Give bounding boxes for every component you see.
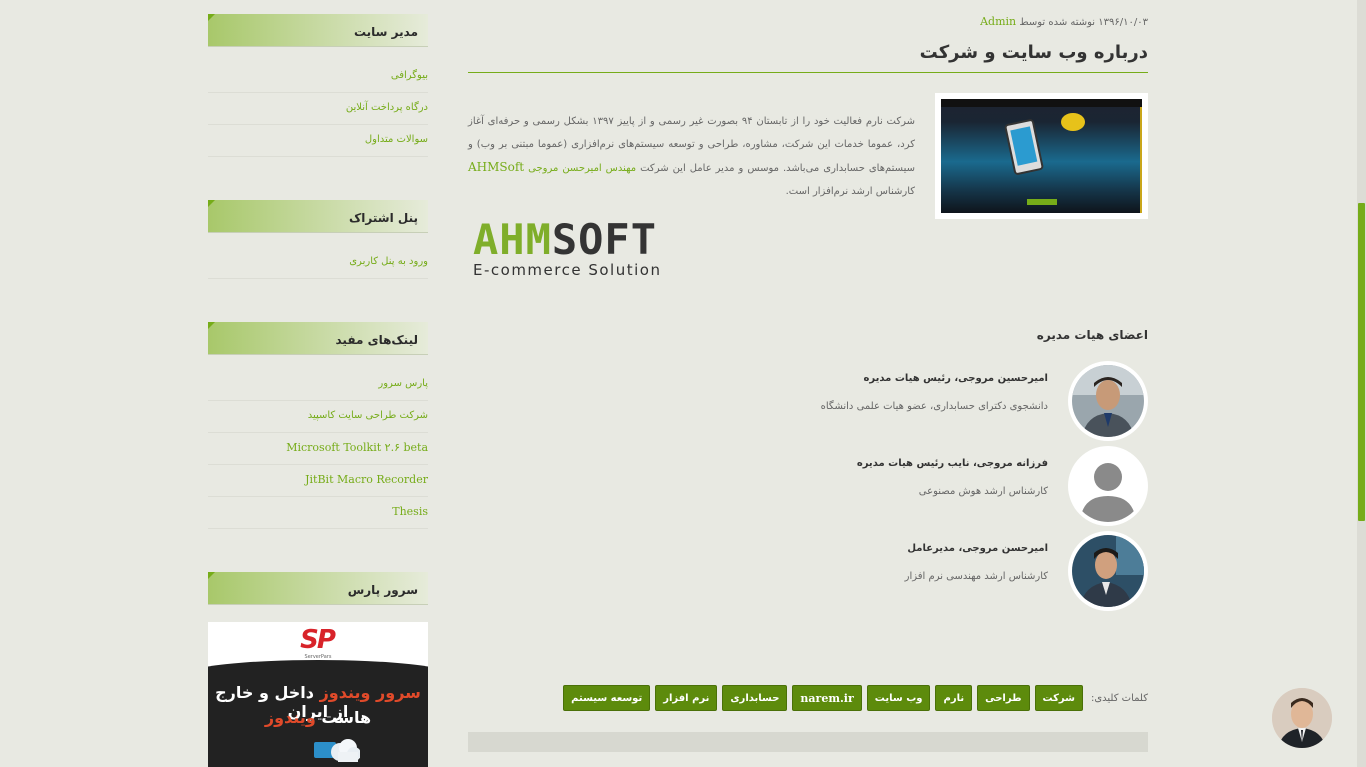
member-photo: [1072, 535, 1144, 607]
website-screenshot-image: [941, 99, 1142, 213]
sidebar-link-ms-toolkit[interactable]: Microsoft Toolkit ۲.۶ beta: [208, 433, 428, 465]
default-user-icon: [1072, 450, 1144, 522]
widget-link-list: پارس سرور شرکت طراحی سایت کاسپید Microso…: [208, 369, 428, 529]
tag-accounting[interactable]: حسابداری: [722, 685, 788, 711]
widget-title-text: سرور پارس: [347, 583, 418, 597]
sidebar-link-faq[interactable]: سوالات متداول: [208, 125, 428, 157]
link-text: JitBit Macro Recorder: [305, 473, 428, 486]
post-meta: ۱۳۹۶/۱۰/۰۳ نوشته شده توسط Admin: [980, 15, 1148, 28]
member-name: فرزانه مروجی، نایب رئیس هیات مدیره: [856, 458, 1048, 469]
phone-image: [1003, 118, 1045, 176]
widget-subscription: پنل اشتراک ورود به پنل کاربری: [208, 200, 428, 279]
member-description: کارشناس ارشد مهندسی نرم افزار: [904, 571, 1048, 582]
widget-title-text: مدیر سایت: [353, 25, 418, 39]
sidebar-link-jitbit[interactable]: JitBit Macro Recorder: [208, 465, 428, 497]
post-date: ۱۳۹۶/۱۰/۰۳: [1098, 17, 1148, 28]
avatar: [1068, 361, 1148, 441]
ad-highlight: سرور ویندوز: [319, 683, 421, 702]
member-photo: [1072, 365, 1144, 437]
sidebar-link-user-panel[interactable]: ورود به پنل کاربری: [208, 247, 428, 279]
tag-software[interactable]: نرم افزار: [655, 685, 718, 711]
post-thumbnail[interactable]: [935, 93, 1148, 219]
widget-link-list: بیوگرافی درگاه پرداخت آنلاین سوالات متدا…: [208, 61, 428, 157]
logo-part-green: AHM: [473, 215, 552, 264]
member-name: امیرحسن مروجی، مدیرعامل: [907, 543, 1048, 554]
widget-pars-server: سرور پارس: [208, 572, 428, 605]
link-text: Thesis: [392, 505, 428, 518]
widget-title: مدیر سایت: [208, 14, 428, 47]
scrollbar-thumb[interactable]: [1358, 203, 1365, 521]
post-written-by: نوشته شده توسط: [1019, 17, 1096, 28]
tag-system-development[interactable]: توسعه سیستم: [563, 685, 651, 711]
sidebar-link-biography[interactable]: بیوگرافی: [208, 61, 428, 93]
corner-accent: [208, 14, 215, 21]
widget-title: سرور پارس: [208, 572, 428, 605]
title-divider: [468, 72, 1148, 73]
logo-part-dark: SOFT: [551, 215, 658, 264]
widget-useful-links: لینک‌های مفید پارس سرور شرکت طراحی سایت …: [208, 322, 428, 529]
avatar: [1068, 446, 1148, 526]
tag-website[interactable]: وب سایت: [866, 685, 931, 711]
board-member: امیرحسین مروجی، رئیس هیات مدیره دانشجوی …: [468, 361, 1148, 441]
page-scrollbar[interactable]: [1357, 0, 1366, 767]
person-photo-icon: [1072, 535, 1144, 607]
screenshot-logo: [1061, 113, 1085, 131]
ahmsoft-logo: AHMSOFT E-commerce Solution: [473, 218, 713, 280]
serverpars-logo: SP: [300, 625, 336, 655]
corner-accent: [208, 322, 215, 329]
ad-highlight: ویندوز: [264, 708, 316, 727]
chat-support-avatar[interactable]: [1272, 688, 1332, 748]
post-title: درباره وب سایت و شرکت: [919, 42, 1148, 63]
sidebar-link-thesis[interactable]: Thesis: [208, 497, 428, 529]
ad-headline-2: هاست ویندوز: [208, 708, 428, 727]
engineer-name-link[interactable]: مهندس امیرحسن مروجی: [528, 163, 636, 174]
person-photo-icon: [1072, 365, 1144, 437]
ad-text: هاست: [321, 708, 372, 727]
widget-title: لینک‌های مفید: [208, 322, 428, 355]
sidebar-link-pars-server[interactable]: پارس سرور: [208, 369, 428, 401]
board-section-title: اعضای هیات مدیره: [1036, 328, 1148, 342]
tag-design[interactable]: طراحی: [977, 685, 1030, 711]
serverpars-ad-banner[interactable]: SP ServerPars سرور ویندوز داخل و خارج از…: [208, 622, 428, 767]
support-agent-icon: [1272, 688, 1332, 748]
board-member: امیرحسن مروجی، مدیرعامل کارشناس ارشد مهن…: [468, 531, 1148, 611]
widget-title-text: لینک‌های مفید: [335, 333, 419, 347]
logo-wordmark: AHMSOFT: [473, 218, 713, 262]
tag-narem-ir[interactable]: narem.ir: [792, 685, 862, 711]
member-name: امیرحسین مروجی، رئیس هیات مدیره: [863, 373, 1048, 384]
link-text: Microsoft Toolkit ۲.۶ beta: [286, 441, 428, 454]
widget-title: پنل اشتراک: [208, 200, 428, 233]
screenshot-edge: [1140, 107, 1142, 213]
post-body: شرکت نارم فعالیت خود را از تابستان ۹۴ بص…: [468, 111, 915, 203]
screenshot-nav-bar: [941, 99, 1142, 107]
corner-accent: [208, 572, 215, 579]
tags-label: کلمات کلیدی:: [1090, 692, 1148, 704]
sidebar-link-online-payment[interactable]: درگاه پرداخت آنلاین: [208, 93, 428, 125]
tag-company[interactable]: شرکت: [1034, 685, 1083, 711]
widget-site-manager: مدیر سایت بیوگرافی درگاه پرداخت آنلاین س…: [208, 14, 428, 157]
tags-row: کلمات کلیدی: شرکت طراحی نارم وب سایت nar…: [563, 685, 1148, 711]
cloud-icon: [314, 739, 360, 762]
avatar: [1068, 531, 1148, 611]
brand-name-link[interactable]: AHMSoft: [468, 160, 524, 174]
corner-accent: [208, 200, 215, 207]
tag-narem[interactable]: نارم: [935, 685, 973, 711]
logo-tagline: E-commerce Solution: [473, 261, 662, 279]
member-photo: [1072, 450, 1144, 522]
member-description: دانشجوی دکترای حسابداری، عضو هیات علمی د…: [820, 401, 1048, 412]
screenshot-button: [1027, 199, 1057, 205]
sidebar-link-caspid[interactable]: شرکت طراحی سایت کاسپید: [208, 401, 428, 433]
widget-link-list: ورود به پنل کاربری: [208, 247, 428, 279]
board-member: فرزانه مروجی، نایب رئیس هیات مدیره کارشن…: [468, 446, 1148, 526]
widget-title-text: پنل اشتراک: [349, 211, 418, 225]
member-description: کارشناس ارشد هوش مصنوعی: [918, 486, 1048, 497]
post-footer-bar: [468, 732, 1148, 752]
post-author-link[interactable]: Admin: [980, 15, 1016, 28]
post-body-text: کارشناس ارشد نرم‌افزار است.: [785, 185, 915, 197]
